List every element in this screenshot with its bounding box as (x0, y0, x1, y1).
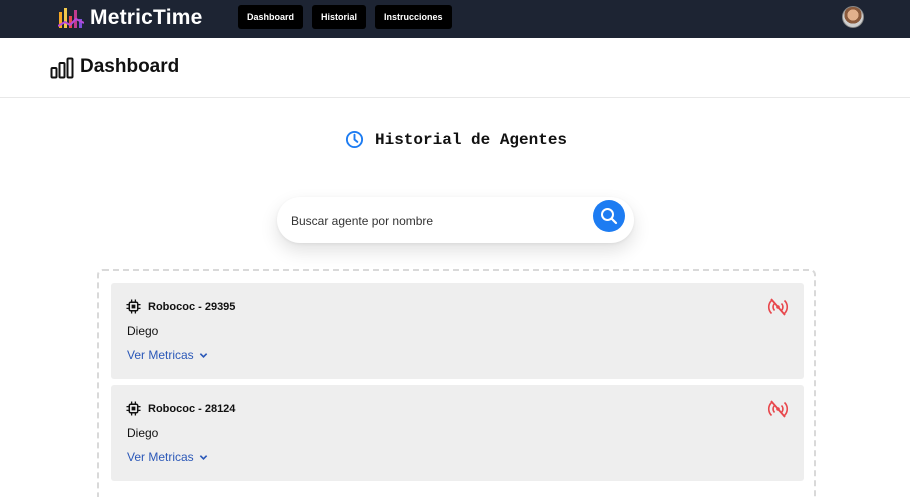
ver-metricas-link[interactable]: Ver Metricas (127, 348, 208, 362)
nav-historial-button[interactable]: Historial (312, 5, 367, 29)
chevron-down-icon (199, 352, 207, 358)
ver-metricas-link[interactable]: Ver Metricas (127, 450, 208, 464)
agent-card-header: Robococ - 28124 (126, 401, 235, 416)
search-icon (601, 208, 618, 225)
section-header: Historial de Agentes (345, 130, 567, 149)
ver-metricas-label: Ver Metricas (127, 450, 194, 464)
agent-name: Robococ - 28124 (148, 402, 236, 415)
agent-card-header: Robococ - 29395 (126, 299, 235, 314)
agent-user: Diego (127, 324, 159, 338)
main-nav: Dashboard Historial Instrucciones (238, 5, 452, 29)
agent-user: Diego (127, 426, 159, 440)
agent-card: Robococ - 29395 Diego Ver Metricas (111, 283, 804, 379)
clock-icon (345, 130, 364, 149)
ver-metricas-label: Ver Metricas (127, 348, 194, 362)
cpu-chip-icon (126, 299, 141, 314)
app-name: MetricTime (90, 6, 203, 29)
nav-dashboard-button[interactable]: Dashboard (238, 5, 304, 29)
search-input[interactable] (291, 211, 581, 231)
top-navbar: MetricTime Dashboard Historial Instrucci… (0, 0, 910, 38)
page-title: Dashboard (80, 56, 180, 77)
app-logo[interactable]: MetricTime (58, 5, 203, 31)
bar-chart-icon (50, 57, 74, 79)
signal-off-icon (767, 400, 789, 418)
cpu-chip-icon (126, 401, 141, 416)
search-button[interactable] (593, 200, 625, 232)
agent-name: Robococ - 29395 (148, 300, 236, 313)
user-avatar[interactable] (842, 6, 864, 28)
agents-list: Robococ - 29395 Diego Ver Metricas Roboc… (97, 269, 816, 497)
search-bar (277, 197, 634, 243)
signal-off-icon (767, 298, 789, 316)
logo-bars-icon (58, 8, 84, 28)
section-title: Historial de Agentes (375, 130, 568, 149)
agent-card: Robococ - 28124 Diego Ver Metricas (111, 385, 804, 481)
nav-instrucciones-button[interactable]: Instrucciones (375, 5, 452, 29)
chevron-down-icon (199, 454, 207, 460)
